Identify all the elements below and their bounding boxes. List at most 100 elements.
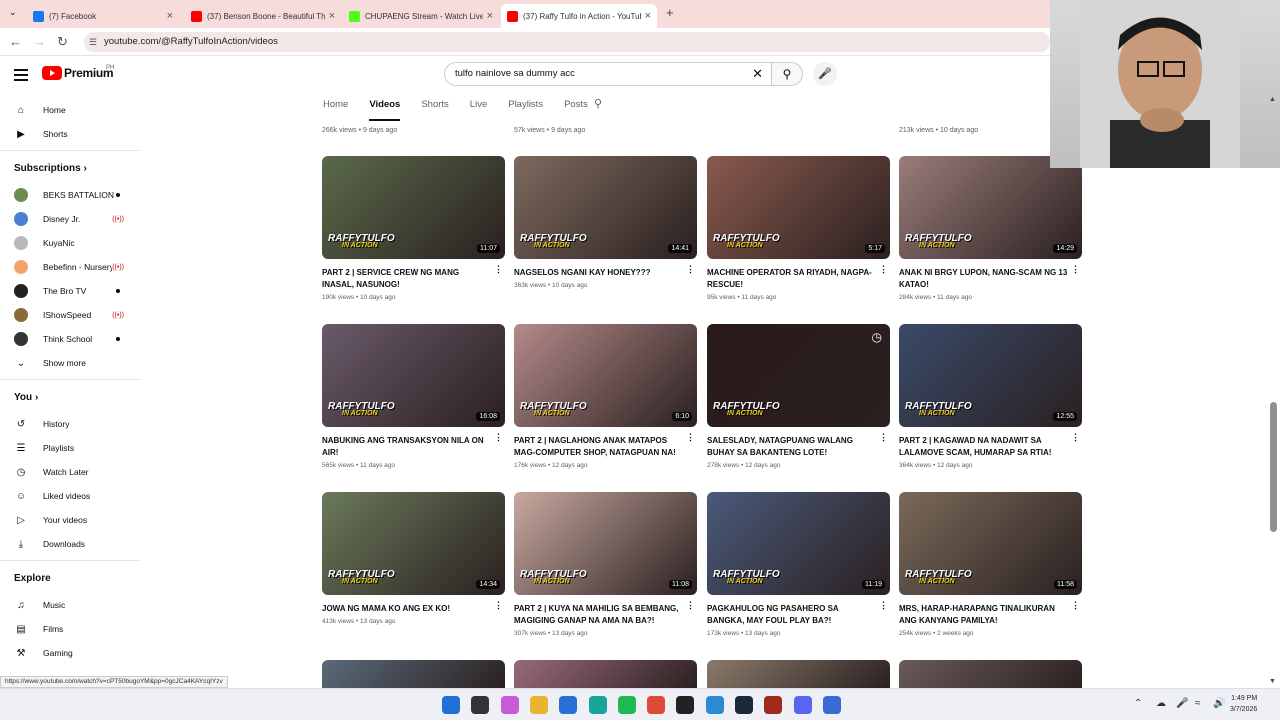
video-card[interactable]: RAFFYTULFO IN ACTION 14:41 NAGSELOS NGANI K… [514, 156, 697, 289]
video-card[interactable]: RAFFYTULFO IN ACTION 11:58 MRS, HARAP-HARAP… [899, 492, 1082, 637]
show-more-button[interactable]: ⌄ Show more [0, 351, 140, 375]
chrome-icon[interactable] [647, 696, 666, 714]
video-title[interactable]: PART 2 | NAGLAHONG ANAK MATAPOS MAG-COMP… [514, 435, 684, 459]
dota-icon[interactable] [764, 696, 783, 714]
sidebar-item-beks-battalion[interactable]: BEKS BATTALION [0, 183, 140, 207]
video-title[interactable]: MRS, HARAP-HARAPANG TINALIKURAN ANG KANY… [899, 603, 1069, 627]
video-title[interactable]: SALESLADY, NATAGPUANG WALANG BUHAY SA BA… [707, 435, 877, 459]
video-thumbnail[interactable]: RAFFYTULFO IN ACTION ◷ [707, 324, 890, 427]
more-actions-icon[interactable]: ⋮ [686, 264, 695, 275]
video-thumbnail[interactable]: RAFFYTULFO IN ACTION 6:10 [514, 324, 697, 427]
steam-icon[interactable] [735, 696, 753, 714]
sidebar-item-playlists[interactable]: ☰ Playlists [0, 436, 140, 460]
discord-icon[interactable] [793, 696, 812, 714]
video-card[interactable]: RAFFYTULFO IN ACTION 14:29 ANAK NI BRGY LUP… [899, 156, 1082, 301]
close-tab-icon[interactable]: × [167, 10, 173, 22]
video-thumbnail[interactable] [707, 660, 890, 690]
more-actions-icon[interactable]: ⋮ [1071, 600, 1080, 611]
more-actions-icon[interactable]: ⋮ [686, 432, 695, 443]
network-icon[interactable]: ☁ [1156, 698, 1166, 709]
back-icon[interactable]: ← [9, 34, 22, 49]
video-thumbnail[interactable] [899, 660, 1082, 690]
video-title[interactable]: NABUKING ANG TRANSAKSYON NILA ON AIR! [322, 435, 492, 459]
video-thumbnail[interactable]: RAFFYTULFO IN ACTION 16:08 [322, 324, 505, 427]
video-card[interactable]: RAFFYTULFO IN ACTION 11:08 PART 2 | KUYA NA… [514, 492, 697, 637]
video-card[interactable]: RAFFYTULFO IN ACTION 11:07 PART 2 | SERVICE… [322, 156, 505, 301]
video-card[interactable]: RAFFYTULFO IN ACTION 11:19 PAGKAHULOG NG PA… [707, 492, 890, 637]
tab-videos[interactable]: Videos [369, 93, 401, 121]
video-thumbnail[interactable] [322, 660, 505, 690]
browser-tab[interactable]: CHUPAENG Stream - Watch Live × [343, 4, 499, 28]
video-thumbnail[interactable]: RAFFYTULFO IN ACTION 14:34 [322, 492, 505, 595]
system-clock[interactable]: 1:49 PM 3/7/2026 [1230, 693, 1257, 715]
video-title[interactable]: ANAK NI BRGY LUPON, NANG-SCAM NG 13 KATA… [899, 267, 1069, 291]
scroll-up-arrow[interactable]: ▲ [1269, 96, 1276, 103]
subscriptions-heading[interactable]: Subscriptions › [0, 155, 140, 183]
video-thumbnail[interactable]: RAFFYTULFO IN ACTION 14:29 [899, 156, 1082, 259]
video-card[interactable]: RAFFYTULFO IN ACTION 6:10 PART 2 | NAGLAHON… [514, 324, 697, 469]
more-actions-icon[interactable]: ⋮ [494, 432, 503, 443]
more-actions-icon[interactable]: ⋮ [494, 600, 503, 611]
scroll-down-arrow[interactable]: ▼ [1269, 678, 1276, 685]
more-actions-icon[interactable]: ⋮ [879, 600, 888, 611]
more-actions-icon[interactable]: ⋮ [686, 600, 695, 611]
video-thumbnail[interactable]: RAFFYTULFO IN ACTION 11:58 [899, 492, 1082, 595]
more-actions-icon[interactable]: ⋮ [879, 432, 888, 443]
video-card[interactable]: RAFFYTULFO IN ACTION 14:34 JOWA NG MAMA KO … [322, 492, 505, 625]
voice-search-icon[interactable]: 🎤 [813, 62, 837, 86]
video-thumbnail[interactable]: RAFFYTULFO IN ACTION 12:55 [899, 324, 1082, 427]
copilot-icon[interactable] [500, 696, 519, 714]
reload-icon[interactable]: ↻ [57, 34, 68, 50]
you-heading[interactable]: You › [0, 384, 140, 412]
sidebar-item-downloads[interactable]: ⤓ Downloads [0, 532, 140, 556]
sidebar-item-liked-videos[interactable]: ☺ Liked videos [0, 484, 140, 508]
watch-later-icon[interactable]: ◷ [872, 330, 882, 344]
video-title[interactable]: PAGKAHULOG NG PASAHERO SA BANGKA, MAY FO… [707, 603, 877, 627]
app-icon[interactable] [822, 696, 841, 714]
sidebar-item-think-school[interactable]: Think School [0, 327, 140, 351]
video-card[interactable]: RAFFYTULFO IN ACTION ◷ SALESLADY, NATAGPUAN… [707, 324, 890, 469]
video-title[interactable]: JOWA NG MAMA KO ANG EX KO! [322, 603, 492, 615]
tab-shorts[interactable]: Shorts [421, 93, 448, 121]
more-actions-icon[interactable]: ⋮ [1071, 432, 1080, 443]
site-info-icon[interactable]: ☰ [89, 32, 97, 52]
more-actions-icon[interactable]: ⋮ [879, 264, 888, 275]
new-tab-button[interactable]: + [666, 5, 674, 20]
video-thumbnail[interactable]: RAFFYTULFO IN ACTION 11:07 [322, 156, 505, 259]
sidebar-item-gaming[interactable]: ⚒ Gaming [0, 641, 140, 665]
video-title[interactable]: PART 2 | KAGAWAD NA NADAWIT SA LALAMOVE … [899, 435, 1069, 459]
browser-tab[interactable]: (37) Benson Boone - Beautiful Things × [185, 4, 341, 28]
video-card[interactable]: RAFFYTULFO IN ACTION 5:17 MACHINE OPERATOR … [707, 156, 890, 301]
sidebar-item-ishowspeed[interactable]: IShowSpeed ((•)) [0, 303, 140, 327]
store-icon[interactable] [559, 696, 578, 714]
chevron-up-icon[interactable]: ⌃ [1134, 698, 1142, 709]
browser-tab-active[interactable]: (37) Raffy Tulfo in Action - YouTube × [501, 4, 657, 28]
search-input[interactable]: tulfo nainlove sa dummy acc ✕ [444, 62, 772, 86]
close-tab-icon[interactable]: × [645, 10, 651, 22]
video-title[interactable]: PART 2 | KUYA NA MAHILIG SA BEMBANG, MAG… [514, 603, 684, 627]
url-field[interactable]: ☰ youtube.com/@RaffyTulfoInAction/videos [84, 32, 1050, 52]
sidebar-item-music[interactable]: ♫ Music [0, 593, 140, 617]
more-actions-icon[interactable]: ⋮ [494, 264, 503, 275]
channel-search-icon[interactable]: ⚲ [594, 97, 602, 110]
video-title[interactable]: PART 2 | SERVICE CREW NG MANG INASAL, NA… [322, 267, 492, 291]
close-tab-icon[interactable]: × [487, 10, 493, 22]
forward-icon[interactable]: → [33, 34, 46, 49]
wifi-icon[interactable]: ≈ [1195, 698, 1201, 709]
video-thumbnail[interactable]: RAFFYTULFO IN ACTION 5:17 [707, 156, 890, 259]
tab-playlists[interactable]: Playlists [508, 93, 543, 121]
tab-posts[interactable]: Posts [564, 93, 588, 121]
scrollbar-thumb[interactable] [1270, 402, 1277, 532]
video-card[interactable]: RAFFYTULFO IN ACTION 16:08 NABUKING ANG TRA… [322, 324, 505, 469]
sidebar-item-your-videos[interactable]: ▷ Your videos [0, 508, 140, 532]
search-icon[interactable] [471, 696, 490, 714]
tab-live[interactable]: Live [470, 93, 487, 121]
video-card[interactable]: RAFFYTULFO IN ACTION 12:55 PART 2 | KAGAWAD… [899, 324, 1082, 469]
edge-icon[interactable] [588, 696, 607, 714]
sidebar-item-films[interactable]: ▤ Films [0, 617, 140, 641]
video-title[interactable]: MACHINE OPERATOR SA RIYADH, NAGPA-RESCUE… [707, 267, 877, 291]
search-button[interactable]: ⚲ [771, 62, 803, 86]
sidebar-item-kuyanic[interactable]: KuyaNic [0, 231, 140, 255]
more-actions-icon[interactable]: ⋮ [1071, 264, 1080, 275]
video-thumbnail[interactable]: RAFFYTULFO IN ACTION 11:08 [514, 492, 697, 595]
